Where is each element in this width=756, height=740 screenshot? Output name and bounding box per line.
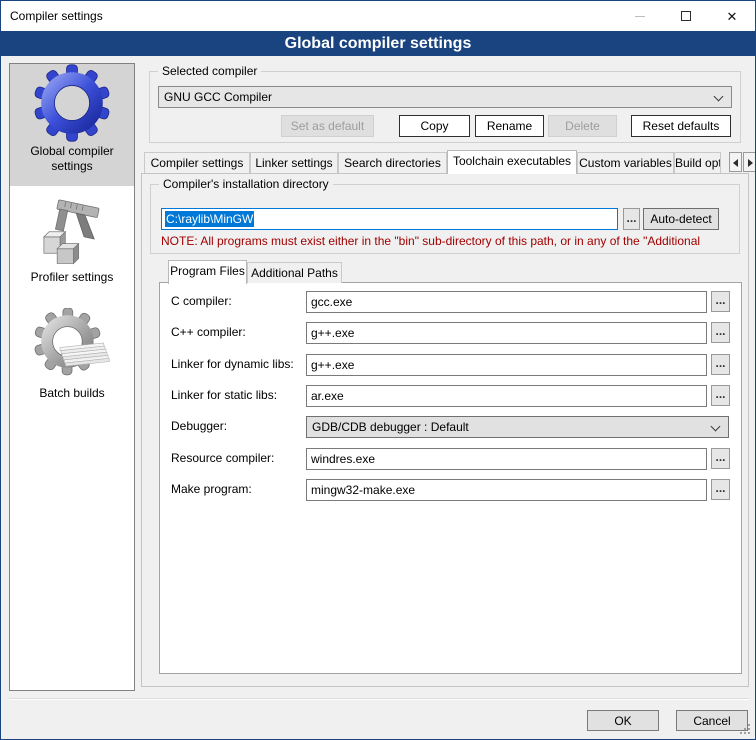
arrow-right-icon — [748, 159, 753, 167]
bin-subdirectory-note: NOTE: All programs must exist either in … — [161, 234, 733, 248]
tab-search-directories[interactable]: Search directories — [338, 152, 447, 173]
linker-dynamic-input[interactable] — [306, 354, 707, 376]
cpp-compiler-browse-button[interactable]: ... — [711, 322, 730, 343]
make-program-input[interactable] — [306, 479, 707, 501]
minimize-button — [617, 1, 663, 31]
gray-gear-stack-icon — [34, 308, 110, 384]
toolchain-subtabs: Program Files Additional Paths — [168, 261, 342, 284]
compiler-select-value: GNU GCC Compiler — [164, 90, 272, 104]
tab-toolchain-executables[interactable]: Toolchain executables — [447, 150, 577, 174]
chevron-down-icon — [711, 422, 721, 432]
settings-category-list: Global compiler settings — [9, 63, 135, 691]
minimize-icon — [635, 16, 645, 17]
c-compiler-browse-button[interactable]: ... — [711, 291, 730, 312]
compiler-select[interactable]: GNU GCC Compiler — [158, 86, 732, 108]
title-bar: Compiler settings ✕ — [1, 1, 755, 31]
debugger-label: Debugger: — [171, 419, 227, 434]
selected-compiler-group: Selected compiler GNU GCC Compiler Set a… — [149, 71, 741, 143]
set-as-default-button: Set as default — [281, 115, 374, 137]
sidebar-item-label: Profiler settings — [18, 270, 126, 285]
cancel-button[interactable]: Cancel — [676, 710, 748, 731]
resource-compiler-label: Resource compiler: — [171, 451, 274, 466]
resource-compiler-browse-button[interactable]: ... — [711, 448, 730, 469]
profiler-caliper-icon — [35, 194, 109, 268]
tab-scroll-left-button[interactable] — [729, 152, 742, 172]
selected-compiler-group-label: Selected compiler — [158, 64, 261, 79]
c-compiler-label: C compiler: — [171, 294, 232, 309]
linker-static-input[interactable] — [306, 385, 707, 407]
resize-grip[interactable] — [748, 732, 750, 734]
tab-build-options[interactable]: Build options — [674, 152, 721, 173]
install-dir-group: Compiler's installation directory C:\ray… — [150, 184, 740, 254]
close-icon: ✕ — [727, 10, 738, 23]
cpp-compiler-label: C++ compiler: — [171, 325, 246, 340]
tab-scroll-right-button[interactable] — [743, 152, 756, 172]
install-dir-input[interactable]: C:\raylib\MinGW — [161, 208, 618, 230]
install-dir-selected-text: C:\raylib\MinGW — [165, 211, 254, 227]
footer-separator — [9, 698, 749, 700]
arrow-left-icon — [733, 159, 738, 167]
blue-gear-icon — [33, 64, 111, 142]
sidebar-item-profiler-settings[interactable]: Profiler settings — [10, 186, 134, 298]
cpp-compiler-input[interactable] — [306, 322, 707, 344]
window-controls: ✕ — [617, 1, 755, 31]
linker-dynamic-browse-button[interactable]: ... — [711, 354, 730, 375]
linker-static-browse-button[interactable]: ... — [711, 385, 730, 406]
make-program-label: Make program: — [171, 482, 252, 497]
maximize-button[interactable] — [663, 1, 709, 31]
delete-button: Delete — [548, 115, 617, 137]
maximize-icon — [681, 11, 691, 21]
copy-button[interactable]: Copy — [399, 115, 470, 137]
sidebar-item-batch-builds[interactable]: Batch builds — [10, 298, 134, 422]
chevron-down-icon — [714, 92, 724, 102]
debugger-select-value: GDB/CDB debugger : Default — [312, 420, 469, 434]
compiler-settings-dialog: Compiler settings ✕ Global compiler sett… — [0, 0, 756, 740]
compiler-tabs: Compiler settings Linker settings Search… — [144, 150, 721, 174]
page-title: Global compiler settings — [1, 31, 755, 56]
rename-button[interactable]: Rename — [475, 115, 544, 137]
make-program-browse-button[interactable]: ... — [711, 479, 730, 500]
tab-custom-variables[interactable]: Custom variables — [577, 152, 674, 173]
debugger-select[interactable]: GDB/CDB debugger : Default — [306, 416, 729, 438]
window-title: Compiler settings — [10, 9, 103, 23]
auto-detect-button[interactable]: Auto-detect — [643, 208, 719, 230]
program-files-panel: C compiler: ... C++ compiler: ... Linker… — [159, 282, 742, 674]
resource-compiler-input[interactable] — [306, 448, 707, 470]
tab-additional-paths[interactable]: Additional Paths — [247, 262, 342, 283]
install-dir-group-label: Compiler's installation directory — [159, 177, 333, 192]
sidebar-item-global-compiler-settings[interactable]: Global compiler settings — [10, 64, 134, 186]
c-compiler-input[interactable] — [306, 291, 707, 313]
reset-defaults-button[interactable]: Reset defaults — [631, 115, 731, 137]
tab-linker-settings[interactable]: Linker settings — [250, 152, 338, 173]
ok-button[interactable]: OK — [587, 710, 659, 731]
tab-compiler-settings[interactable]: Compiler settings — [144, 152, 250, 173]
sidebar-item-label: Global compiler settings — [18, 144, 126, 174]
close-button[interactable]: ✕ — [709, 1, 755, 31]
install-dir-browse-button[interactable]: ... — [623, 208, 640, 230]
linker-static-label: Linker for static libs: — [171, 388, 277, 403]
tab-program-files[interactable]: Program Files — [168, 260, 247, 284]
toolchain-executables-panel: Compiler's installation directory C:\ray… — [141, 173, 749, 687]
linker-dynamic-label: Linker for dynamic libs: — [171, 357, 294, 372]
sidebar-item-label: Batch builds — [18, 386, 126, 401]
